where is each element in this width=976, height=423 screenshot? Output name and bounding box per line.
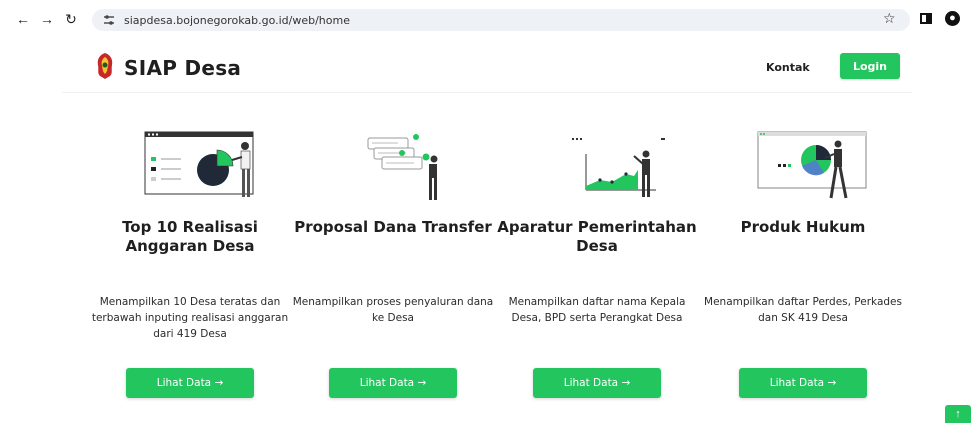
scroll-to-top-button[interactable]: ↑ (945, 405, 971, 423)
address-bar[interactable]: siapdesa.bojonegorokab.go.id/web/home (92, 9, 910, 31)
card-description: Menampilkan daftar nama Kepala Desa, BPD… (508, 296, 686, 324)
browser-toolbar: ← → ↻ siapdesa.bojonegorokab.go.id/web/h… (0, 0, 976, 38)
card-top10: Top 10 Realisasi Anggaran Desa Menampilk… (87, 124, 293, 398)
brand-title[interactable]: SIAP Desa (124, 56, 241, 80)
header-divider (62, 92, 912, 93)
card-title: Aparatur Pemerintahan Desa (497, 218, 697, 255)
growth-chart-illustration (572, 138, 665, 197)
nav-contact-link[interactable]: Kontak (766, 61, 810, 74)
legal-pie-illustration (757, 131, 867, 199)
proposal-documents-illustration (367, 134, 438, 200)
back-arrow-icon[interactable]: ← (14, 10, 32, 28)
site-info-icon[interactable] (102, 13, 116, 27)
card-proposal: Proposal Dana Transfer Menampilkan prose… (290, 124, 496, 398)
card-title: Top 10 Realisasi Anggaran Desa (122, 218, 258, 255)
card-aparatur: Aparatur Pemerintahan Desa Menampilkan d… (494, 124, 700, 398)
forward-arrow-icon[interactable]: → (38, 10, 56, 28)
card-description: Menampilkan daftar Perdes, Perkades dan … (704, 296, 902, 324)
card-title: Produk Hukum (740, 218, 866, 236)
login-button[interactable]: Login (840, 53, 900, 79)
view-data-button[interactable]: Lihat Data → (329, 368, 457, 398)
bookmark-star-icon[interactable]: ☆ (883, 10, 896, 27)
card-title: Proposal Dana Transfer (294, 218, 492, 236)
budget-pie-illustration (144, 131, 254, 197)
card-description: Menampilkan 10 Desa teratas dan terbawah… (91, 296, 289, 340)
view-data-button[interactable]: Lihat Data → (126, 368, 254, 398)
logo-emblem-icon (97, 53, 113, 79)
profile-icon[interactable]: ● (945, 11, 960, 26)
address-url[interactable]: siapdesa.bojonegorokab.go.id/web/home (124, 14, 350, 27)
card-description: Menampilkan proses penyaluran dana ke De… (292, 296, 494, 324)
site-header: SIAP Desa Kontak Login (0, 44, 976, 92)
reload-icon[interactable]: ↻ (62, 10, 80, 28)
card-produk-hukum: Produk Hukum Menampilkan daftar Perdes, … (700, 124, 906, 398)
view-data-button[interactable]: Lihat Data → (533, 368, 661, 398)
view-data-button[interactable]: Lihat Data → (739, 368, 867, 398)
side-panel-icon[interactable] (920, 13, 932, 24)
